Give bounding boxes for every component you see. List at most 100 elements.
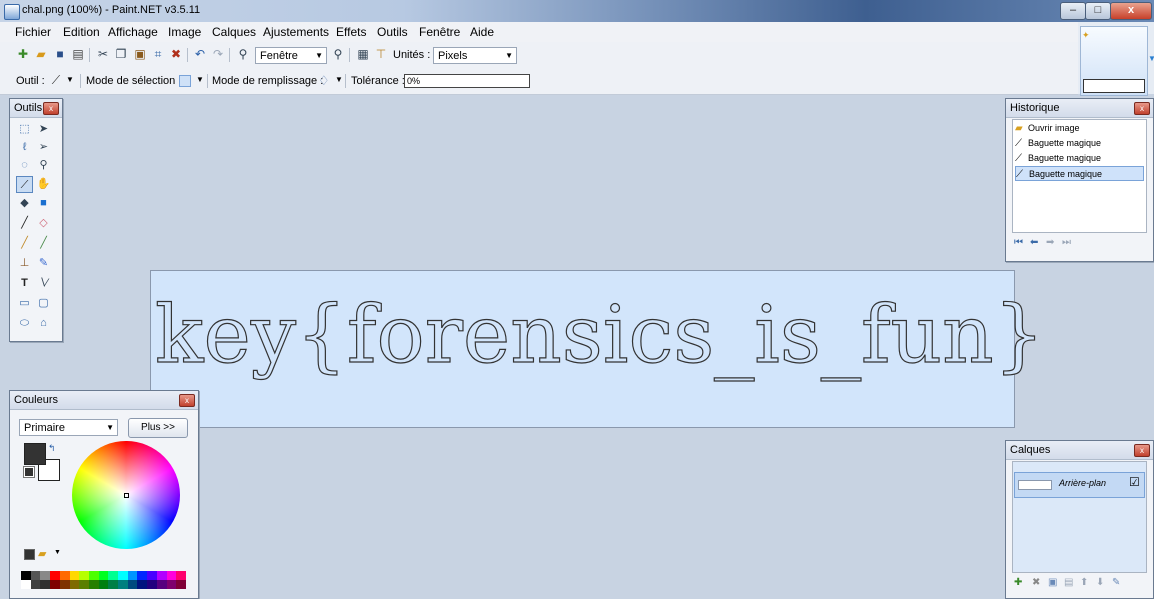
magic-wand-icon[interactable]: ⟋: [16, 176, 33, 193]
close-icon[interactable]: x: [1134, 102, 1150, 115]
palette-swatch[interactable]: [108, 580, 119, 589]
color-wheel-cursor[interactable]: [124, 493, 129, 498]
lasso-select-icon[interactable]: ℓ: [16, 139, 33, 156]
tolerance-slider[interactable]: 0%: [404, 74, 530, 88]
pan-icon[interactable]: ✋: [35, 176, 52, 193]
deselect-icon[interactable]: ✖: [169, 47, 183, 61]
text-icon[interactable]: T: [16, 275, 33, 292]
swap-colors-icon[interactable]: ↰: [48, 443, 56, 454]
zoom-out-icon[interactable]: ⚲: [236, 47, 250, 61]
move-layer-up-icon[interactable]: ⬆: [1080, 577, 1088, 588]
chevron-down-icon[interactable]: ▼: [196, 75, 204, 84]
menu-affichage[interactable]: Affichage: [108, 25, 158, 39]
paintbrush-icon[interactable]: ╱: [16, 215, 33, 232]
history-item[interactable]: ▰ Ouvrir image: [1015, 121, 1144, 136]
palette-row-bottom[interactable]: [21, 580, 187, 589]
rounded-rectangle-icon[interactable]: ▢: [35, 295, 52, 312]
save-icon[interactable]: ■: [53, 47, 67, 61]
image-canvas[interactable]: key{forensics_is_fun}: [150, 270, 1045, 428]
menu-edition[interactable]: Edition: [63, 25, 100, 39]
palette-swatch[interactable]: [108, 571, 119, 580]
chevron-down-icon[interactable]: ▼: [1148, 54, 1154, 63]
maximize-button[interactable]: □: [1085, 2, 1111, 20]
more-colors-button[interactable]: Plus >>: [128, 418, 188, 438]
thumbnail-viewport[interactable]: [1083, 79, 1145, 93]
palette-swatch[interactable]: [59, 580, 70, 589]
crop-icon[interactable]: ⌗: [151, 47, 165, 61]
duplicate-layer-icon[interactable]: ▣: [1048, 577, 1057, 588]
freeform-shape-icon[interactable]: ⌂: [35, 315, 52, 332]
print-icon[interactable]: ▤: [71, 47, 85, 61]
undo-icon[interactable]: ↶: [193, 47, 207, 61]
rectangle-select-icon[interactable]: ⬚: [16, 121, 33, 138]
redo-icon[interactable]: ↷: [211, 47, 225, 61]
pencil-icon[interactable]: ╱: [16, 235, 33, 252]
gradient-icon[interactable]: ■: [35, 195, 52, 212]
palette-swatch[interactable]: [127, 580, 138, 589]
layer-visibility-checkbox[interactable]: ☑: [1129, 475, 1140, 489]
palette-row-top[interactable]: [21, 571, 187, 580]
move-selected-icon[interactable]: ➤: [35, 121, 52, 138]
ruler-icon[interactable]: ⊤: [374, 47, 388, 61]
palette-swatch[interactable]: [118, 580, 129, 589]
close-icon[interactable]: x: [179, 394, 195, 407]
clone-stamp-icon[interactable]: ⊥: [16, 255, 33, 272]
palette-swatch[interactable]: [79, 580, 90, 589]
history-item-selected[interactable]: ⟋ Baguette magique: [1015, 166, 1144, 181]
history-redo-icon[interactable]: ➡: [1046, 237, 1054, 248]
ellipse-select-icon[interactable]: ◌: [16, 157, 33, 174]
color-mode-select[interactable]: Primaire ▼: [19, 419, 118, 436]
eraser-icon[interactable]: ◇: [35, 215, 52, 232]
new-icon[interactable]: ✚: [16, 47, 30, 61]
menu-aide[interactable]: Aide: [470, 25, 494, 39]
paint-bucket-icon[interactable]: ◆: [16, 195, 33, 212]
menu-calques[interactable]: Calques: [212, 25, 256, 39]
close-icon[interactable]: x: [43, 102, 59, 115]
history-last-icon[interactable]: ⏭: [1062, 237, 1071, 248]
add-layer-icon[interactable]: ✚: [1014, 577, 1022, 588]
copy-icon[interactable]: ❐: [114, 47, 128, 61]
chevron-down-icon[interactable]: ▼: [66, 75, 74, 84]
magic-wand-icon[interactable]: ⟋: [49, 73, 63, 87]
ellipse-icon[interactable]: ⬭: [16, 315, 33, 332]
line-curve-icon[interactable]: ∖⁄: [35, 275, 52, 292]
palette-swatch[interactable]: [166, 571, 177, 580]
palette-swatch[interactable]: [137, 580, 148, 589]
delete-layer-icon[interactable]: ✖: [1032, 577, 1040, 588]
palette-swatch[interactable]: [118, 571, 129, 580]
palette-swatch[interactable]: [79, 571, 90, 580]
cut-icon[interactable]: ✂: [96, 47, 110, 61]
palette-swatch[interactable]: [166, 580, 177, 589]
zoom-icon[interactable]: ⚲: [35, 157, 52, 174]
history-undo-icon[interactable]: ⬅: [1030, 237, 1038, 248]
history-item[interactable]: ⟋ Baguette magique: [1015, 151, 1144, 166]
layer-properties-icon[interactable]: ✎: [1112, 577, 1120, 588]
move-selection-icon[interactable]: ➢: [35, 139, 52, 156]
palette-swatch[interactable]: [21, 571, 31, 580]
palette-swatch[interactable]: [30, 580, 41, 589]
grid-icon[interactable]: ▦: [356, 47, 370, 61]
menu-effets[interactable]: Effets: [336, 25, 366, 39]
menu-ajustements[interactable]: Ajustements: [263, 25, 329, 39]
palette-swatch[interactable]: [59, 571, 70, 580]
palette-icon[interactable]: [24, 549, 35, 560]
palette-menu-icon[interactable]: ▰: [38, 547, 46, 560]
minimize-button[interactable]: –: [1060, 2, 1086, 20]
palette-swatch[interactable]: [21, 580, 31, 589]
palette-swatch[interactable]: [40, 571, 51, 580]
menu-outils[interactable]: Outils: [377, 25, 408, 39]
palette-swatch[interactable]: [40, 580, 51, 589]
recolor-icon[interactable]: ✎: [35, 255, 52, 272]
history-item[interactable]: ⟋ Baguette magique: [1015, 136, 1144, 151]
palette-swatch[interactable]: [176, 571, 187, 580]
selection-mode-icon[interactable]: [179, 75, 191, 87]
units-combo[interactable]: Pixels ▼: [433, 47, 517, 64]
palette-swatch[interactable]: [156, 580, 167, 589]
palette-swatch[interactable]: [50, 580, 61, 589]
move-layer-down-icon[interactable]: ⬇: [1096, 577, 1104, 588]
rectangle-icon[interactable]: ▭: [16, 295, 33, 312]
open-icon[interactable]: ▰: [34, 47, 48, 61]
zoom-combo[interactable]: Fenêtre ▼: [255, 47, 327, 64]
palette-swatch[interactable]: [137, 571, 148, 580]
palette-swatch[interactable]: [88, 571, 99, 580]
